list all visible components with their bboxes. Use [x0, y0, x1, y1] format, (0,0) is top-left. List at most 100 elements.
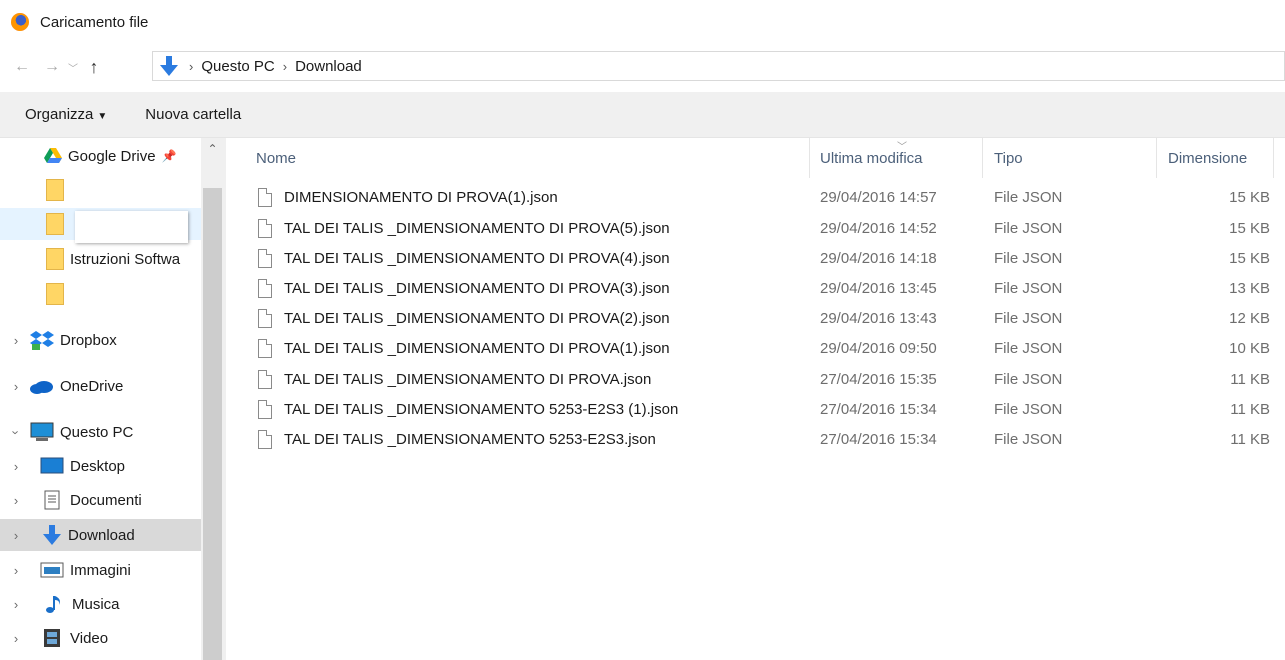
file-modified: 27/04/2016 15:35 [820, 370, 937, 388]
file-row[interactable]: TAL DEI TALIS _DIMENSIONAMENTO DI PROVA(… [226, 273, 1285, 303]
column-divider[interactable] [1273, 138, 1274, 178]
file-modified: 29/04/2016 14:18 [820, 249, 937, 267]
sidebar-item-desktop[interactable]: › Desktop [0, 450, 201, 482]
documents-icon [44, 490, 60, 510]
sidebar-item-google-drive[interactable]: Google Drive 📌 [0, 140, 201, 172]
sidebar-item-musica[interactable]: › Musica [0, 588, 201, 620]
sidebar-item-label: Download [68, 526, 135, 544]
organize-label: Organizza [25, 106, 94, 123]
expand-icon[interactable]: › [6, 528, 26, 543]
column-header-type[interactable]: Tipo [994, 138, 1023, 178]
column-header-modified[interactable]: Ultima modifica [820, 138, 923, 178]
file-type: File JSON [994, 219, 1063, 237]
column-divider[interactable] [809, 138, 810, 178]
file-icon [258, 369, 272, 389]
sidebar-item-label: Documenti [70, 491, 142, 509]
forward-icon[interactable]: → [40, 58, 64, 76]
desktop-icon [40, 457, 64, 474]
column-header-size[interactable]: Dimensione [1168, 138, 1247, 178]
column-header-name[interactable]: Nome [256, 138, 296, 178]
file-name-text: TAL DEI TALIS _DIMENSIONAMENTO DI PROVA(… [284, 279, 670, 297]
expand-icon[interactable]: › [6, 493, 26, 508]
file-row[interactable]: TAL DEI TALIS _DIMENSIONAMENTO DI PROVA.… [226, 364, 1285, 394]
file-name: TAL DEI TALIS _DIMENSIONAMENTO 5253-E2S3… [258, 429, 656, 449]
new-folder-button[interactable]: Nuova cartella [119, 106, 253, 123]
file-icon [258, 399, 272, 419]
sidebar-item-label: Google Drive [68, 147, 156, 165]
file-row[interactable]: TAL DEI TALIS _DIMENSIONAMENTO DI PROVA(… [226, 213, 1285, 243]
sidebar-item-video[interactable]: › Video [0, 622, 201, 654]
breadcrumb-download[interactable]: Download [295, 58, 362, 75]
sidebar-item-documenti[interactable]: › Documenti [0, 484, 201, 516]
sidebar-item-folder[interactable] [0, 278, 201, 310]
expand-icon[interactable]: › [6, 459, 26, 474]
file-name-text: TAL DEI TALIS _DIMENSIONAMENTO DI PROVA(… [284, 339, 670, 357]
file-name: TAL DEI TALIS _DIMENSIONAMENTO DI PROVA(… [258, 338, 670, 358]
download-icon [43, 525, 61, 545]
file-size: 15 KB [1229, 249, 1270, 267]
tooltip-box [75, 211, 188, 243]
file-row[interactable]: TAL DEI TALIS _DIMENSIONAMENTO DI PROVA(… [226, 243, 1285, 273]
file-size: 10 KB [1229, 339, 1270, 357]
pictures-icon [40, 562, 64, 578]
file-row[interactable]: TAL DEI TALIS _DIMENSIONAMENTO 5253-E2S3… [226, 394, 1285, 424]
file-row[interactable]: DIMENSIONAMENTO DI PROVA(1).json 29/04/2… [226, 182, 1285, 212]
file-name-text: TAL DEI TALIS _DIMENSIONAMENTO DI PROVA(… [284, 309, 670, 327]
sidebar-item-label: OneDrive [60, 377, 124, 395]
collapse-icon[interactable]: › [9, 422, 24, 442]
column-divider[interactable] [1156, 138, 1157, 178]
file-icon [258, 308, 272, 328]
file-size: 11 KB [1230, 400, 1270, 418]
sidebar-item-questo-pc[interactable]: › Questo PC [0, 416, 201, 448]
file-type: File JSON [994, 430, 1063, 448]
column-divider[interactable] [982, 138, 983, 178]
computer-icon [30, 422, 54, 441]
download-folder-icon [160, 56, 178, 76]
file-size: 15 KB [1229, 219, 1270, 237]
folder-icon [46, 248, 64, 270]
sidebar-item-folder[interactable] [0, 174, 201, 206]
sidebar-scrollbar-thumb[interactable] [203, 188, 222, 660]
sidebar-item-onedrive[interactable]: › OneDrive [0, 370, 201, 402]
sidebar-item-label: Immagini [70, 561, 131, 579]
up-icon[interactable]: ↑ [82, 57, 106, 78]
expand-icon[interactable]: › [6, 379, 26, 394]
google-drive-icon [44, 148, 62, 163]
file-size: 12 KB [1229, 309, 1270, 327]
expand-icon[interactable]: › [6, 333, 26, 348]
file-type: File JSON [994, 339, 1063, 357]
pin-icon[interactable]: 📌 [162, 149, 177, 163]
file-name: TAL DEI TALIS _DIMENSIONAMENTO DI PROVA.… [258, 369, 651, 389]
recent-locations-icon[interactable]: ﹀ [64, 60, 82, 75]
file-row[interactable]: TAL DEI TALIS _DIMENSIONAMENTO DI PROVA(… [226, 333, 1285, 363]
file-name: TAL DEI TALIS _DIMENSIONAMENTO DI PROVA(… [258, 218, 670, 238]
file-name: TAL DEI TALIS _DIMENSIONAMENTO 5253-E2S3… [258, 399, 678, 419]
expand-icon[interactable]: › [6, 597, 26, 612]
breadcrumb-questo-pc[interactable]: Questo PC [201, 58, 274, 75]
file-name-text: TAL DEI TALIS _DIMENSIONAMENTO DI PROVA(… [284, 219, 670, 237]
chevron-right-icon: › [189, 58, 194, 74]
sidebar-item-immagini[interactable]: › Immagini [0, 554, 201, 586]
scroll-up-icon[interactable]: ⌃ [203, 142, 222, 160]
sidebar-item-label: Desktop [70, 457, 126, 475]
firefox-icon [11, 13, 29, 31]
file-type: File JSON [994, 370, 1063, 388]
sidebar-item-istruzioni[interactable]: Istruzioni Softwa [0, 243, 201, 275]
back-icon[interactable]: ← [10, 58, 34, 76]
dropbox-icon [30, 331, 54, 350]
folder-icon [46, 213, 64, 235]
sidebar-item-label: Istruzioni Softwa [70, 250, 181, 268]
sidebar-item-download[interactable]: › Download [0, 519, 201, 551]
sidebar-item-label: Video [70, 629, 109, 647]
file-type: File JSON [994, 249, 1063, 267]
sidebar-item-dropbox[interactable]: › Dropbox [0, 324, 201, 356]
file-row[interactable]: TAL DEI TALIS _DIMENSIONAMENTO DI PROVA(… [226, 303, 1285, 333]
file-name: DIMENSIONAMENTO DI PROVA(1).json [258, 187, 558, 207]
file-size: 15 KB [1229, 188, 1270, 206]
address-bar[interactable]: › Questo PC › Download [152, 51, 1285, 81]
file-row[interactable]: TAL DEI TALIS _DIMENSIONAMENTO 5253-E2S3… [226, 424, 1285, 454]
expand-icon[interactable]: › [6, 563, 26, 578]
organize-button[interactable]: Organizza ▼ [0, 106, 119, 123]
file-list: Nome ﹀ Ultima modifica Tipo Dimensione D… [226, 138, 1285, 660]
expand-icon[interactable]: › [6, 631, 26, 646]
